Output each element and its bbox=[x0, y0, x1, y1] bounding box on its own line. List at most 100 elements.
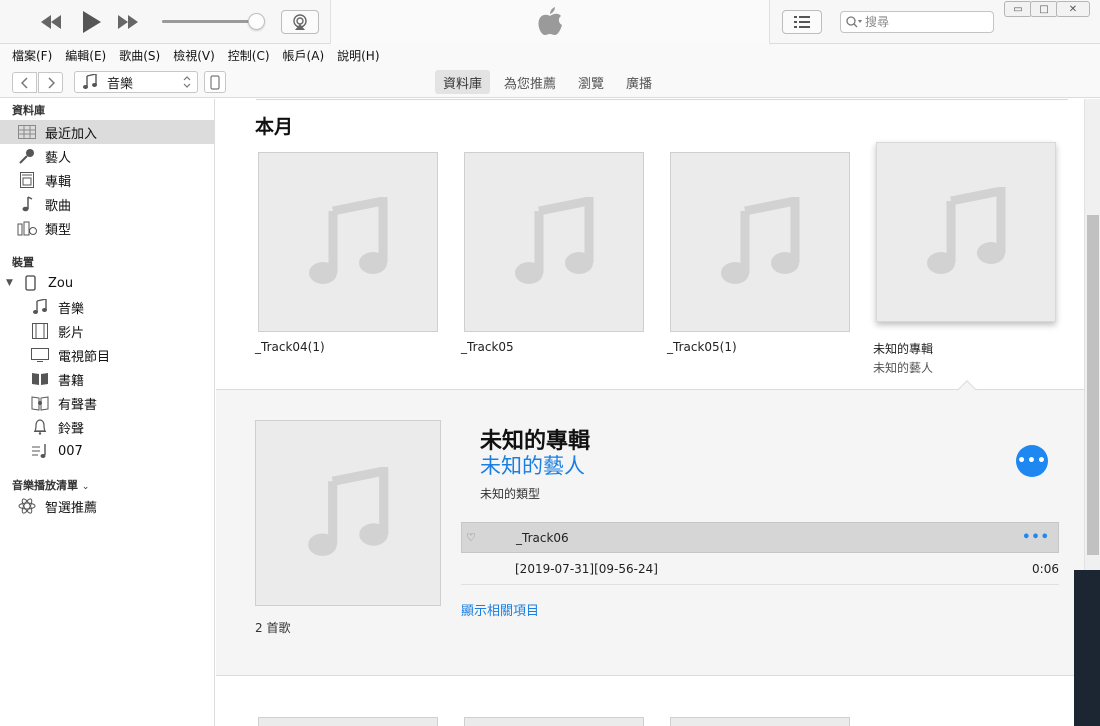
device-item-playlist-007[interactable]: 007 bbox=[0, 439, 214, 463]
show-related-link[interactable]: 顯示相關項目 bbox=[461, 600, 539, 619]
play-icon[interactable] bbox=[78, 8, 104, 36]
album-artwork[interactable] bbox=[670, 152, 850, 332]
track-duration: 0:06 bbox=[1032, 562, 1059, 576]
menu-controls[interactable]: 控制(C) bbox=[228, 47, 270, 64]
album-artwork[interactable] bbox=[258, 152, 438, 332]
music-note-placeholder-icon bbox=[309, 197, 388, 284]
device-item-audiobooks[interactable]: 有聲書 bbox=[0, 391, 214, 415]
album-card-selected[interactable] bbox=[876, 142, 1056, 322]
note-icon bbox=[17, 194, 37, 214]
sidebar-item-label: 最近加入 bbox=[45, 126, 98, 142]
menu-edit[interactable]: 編輯(E) bbox=[65, 47, 106, 64]
device-item-movies[interactable]: 影片 bbox=[0, 319, 214, 343]
close-button[interactable]: ✕ bbox=[1056, 1, 1090, 17]
sidebar-item-genius[interactable]: 智選推薦 bbox=[0, 494, 214, 518]
menu-file[interactable]: 檔案(F) bbox=[12, 47, 52, 64]
media-kind-select[interactable]: 音樂 bbox=[74, 71, 198, 93]
section-title: 本月 bbox=[255, 116, 294, 138]
forward-button[interactable] bbox=[38, 72, 63, 93]
phone-icon bbox=[210, 74, 220, 90]
device-item-tv-shows[interactable]: 電視節目 bbox=[0, 343, 214, 367]
library-section-title: 資料庫 bbox=[12, 104, 45, 117]
album-artwork[interactable] bbox=[464, 152, 644, 332]
devices-section-title: 裝置 bbox=[12, 256, 34, 269]
sidebar-item-label: 類型 bbox=[45, 222, 72, 238]
device-item-books[interactable]: 書籍 bbox=[0, 367, 214, 391]
album-artist[interactable]: 未知的藝人 bbox=[873, 359, 933, 376]
menu-view[interactable]: 檢視(V) bbox=[173, 47, 215, 64]
back-button[interactable] bbox=[12, 72, 37, 93]
restore-button[interactable]: □ bbox=[1030, 1, 1058, 17]
device-item-label: 有聲書 bbox=[58, 397, 98, 413]
previous-track-icon[interactable] bbox=[38, 8, 64, 36]
tab-library[interactable]: 資料庫 bbox=[435, 70, 491, 94]
heart-icon[interactable]: ♡ bbox=[466, 531, 476, 544]
next-track-icon[interactable] bbox=[115, 8, 141, 36]
bell-icon bbox=[30, 417, 50, 437]
device-item-music[interactable]: 音樂 bbox=[0, 295, 214, 319]
track-more-icon[interactable]: ••• bbox=[1022, 530, 1050, 545]
device-item-label: 音樂 bbox=[58, 301, 85, 317]
up-next-button[interactable] bbox=[782, 10, 822, 34]
album-artwork[interactable] bbox=[258, 717, 438, 726]
detail-artwork[interactable] bbox=[255, 420, 441, 606]
tab-browse[interactable]: 瀏覽 bbox=[570, 70, 612, 94]
media-kind-label: 音樂 bbox=[107, 76, 134, 92]
search-box[interactable] bbox=[840, 11, 994, 33]
film-icon bbox=[30, 321, 50, 341]
detail-artist-link[interactable]: 未知的藝人 bbox=[480, 450, 585, 480]
chevron-left-icon bbox=[20, 76, 28, 89]
phone-icon bbox=[20, 273, 40, 293]
song-count: 2 首歌 bbox=[255, 621, 291, 635]
music-icon bbox=[30, 297, 50, 317]
scrollbar-thumb[interactable] bbox=[1087, 215, 1099, 555]
sidebar-item-artists[interactable]: 藝人 bbox=[0, 144, 214, 168]
album-title[interactable]: _Track05(1) bbox=[667, 340, 737, 354]
album-artwork[interactable] bbox=[670, 717, 850, 726]
airplay-icon bbox=[293, 14, 307, 30]
menu-help[interactable]: 說明(H) bbox=[337, 47, 379, 64]
sidebar-item-recently-added[interactable]: 最近加入 bbox=[0, 120, 214, 144]
minimize-button[interactable]: ▭ bbox=[1004, 1, 1032, 17]
album-title[interactable]: _Track05 bbox=[461, 340, 514, 354]
sidebar-item-label: 智選推薦 bbox=[45, 500, 98, 516]
sidebar-item-albums[interactable]: 專輯 bbox=[0, 168, 214, 192]
volume-slider[interactable] bbox=[162, 20, 262, 23]
menu-song[interactable]: 歌曲(S) bbox=[119, 47, 160, 64]
album-card[interactable] bbox=[258, 152, 438, 332]
more-options-button[interactable]: ••• bbox=[1016, 445, 1048, 477]
album-card[interactable] bbox=[464, 152, 644, 332]
tab-radio[interactable]: 廣播 bbox=[618, 70, 660, 94]
divider bbox=[256, 99, 1068, 100]
list-icon bbox=[794, 16, 810, 28]
airplay-button[interactable] bbox=[281, 10, 319, 34]
volume-knob[interactable] bbox=[248, 13, 265, 30]
device-zou[interactable]: ▼ Zou bbox=[0, 271, 214, 295]
track-row[interactable]: [2019-07-31][09-56-24] 0:06 bbox=[461, 554, 1059, 585]
music-note-placeholder-icon bbox=[721, 197, 800, 284]
tab-for-you[interactable]: 為您推薦 bbox=[496, 70, 564, 94]
sidebar-item-genres[interactable]: 類型 bbox=[0, 216, 214, 240]
main-content: 本月 _Track04(1) _Track05 _Track05(1) 未知的專… bbox=[216, 99, 1084, 726]
disclosure-triangle-icon[interactable]: ▼ bbox=[6, 278, 20, 288]
updown-chevron-icon bbox=[183, 76, 191, 88]
album-title[interactable]: 未知的專輯 bbox=[873, 340, 933, 357]
track-name: _Track06 bbox=[516, 530, 569, 545]
search-input[interactable] bbox=[865, 15, 985, 29]
album-title[interactable]: _Track04(1) bbox=[255, 340, 325, 354]
album-card[interactable] bbox=[670, 152, 850, 332]
sidebar-item-label: 藝人 bbox=[45, 150, 72, 166]
album-artwork[interactable] bbox=[464, 717, 644, 726]
album-artwork[interactable] bbox=[255, 420, 441, 606]
device-button[interactable] bbox=[204, 71, 226, 93]
menu-account[interactable]: 帳戶(A) bbox=[283, 47, 325, 64]
sidebar-item-songs[interactable]: 歌曲 bbox=[0, 192, 214, 216]
album-icon bbox=[17, 170, 37, 190]
album-detail-panel: 未知的專輯 未知的藝人 未知的類型 ••• ♡ _Track06 ••• [20… bbox=[216, 380, 1084, 676]
playlists-section-title[interactable]: 音樂播放清單 ⌄ bbox=[12, 477, 89, 493]
menu-bar: 檔案(F) 編輯(E) 歌曲(S) 檢視(V) 控制(C) 帳戶(A) 說明(H… bbox=[0, 44, 1100, 66]
device-item-tones[interactable]: 鈴聲 bbox=[0, 415, 214, 439]
detail-pointer bbox=[957, 380, 977, 400]
track-row-selected[interactable]: ♡ _Track06 ••• bbox=[461, 522, 1059, 553]
album-artwork[interactable] bbox=[876, 142, 1056, 322]
